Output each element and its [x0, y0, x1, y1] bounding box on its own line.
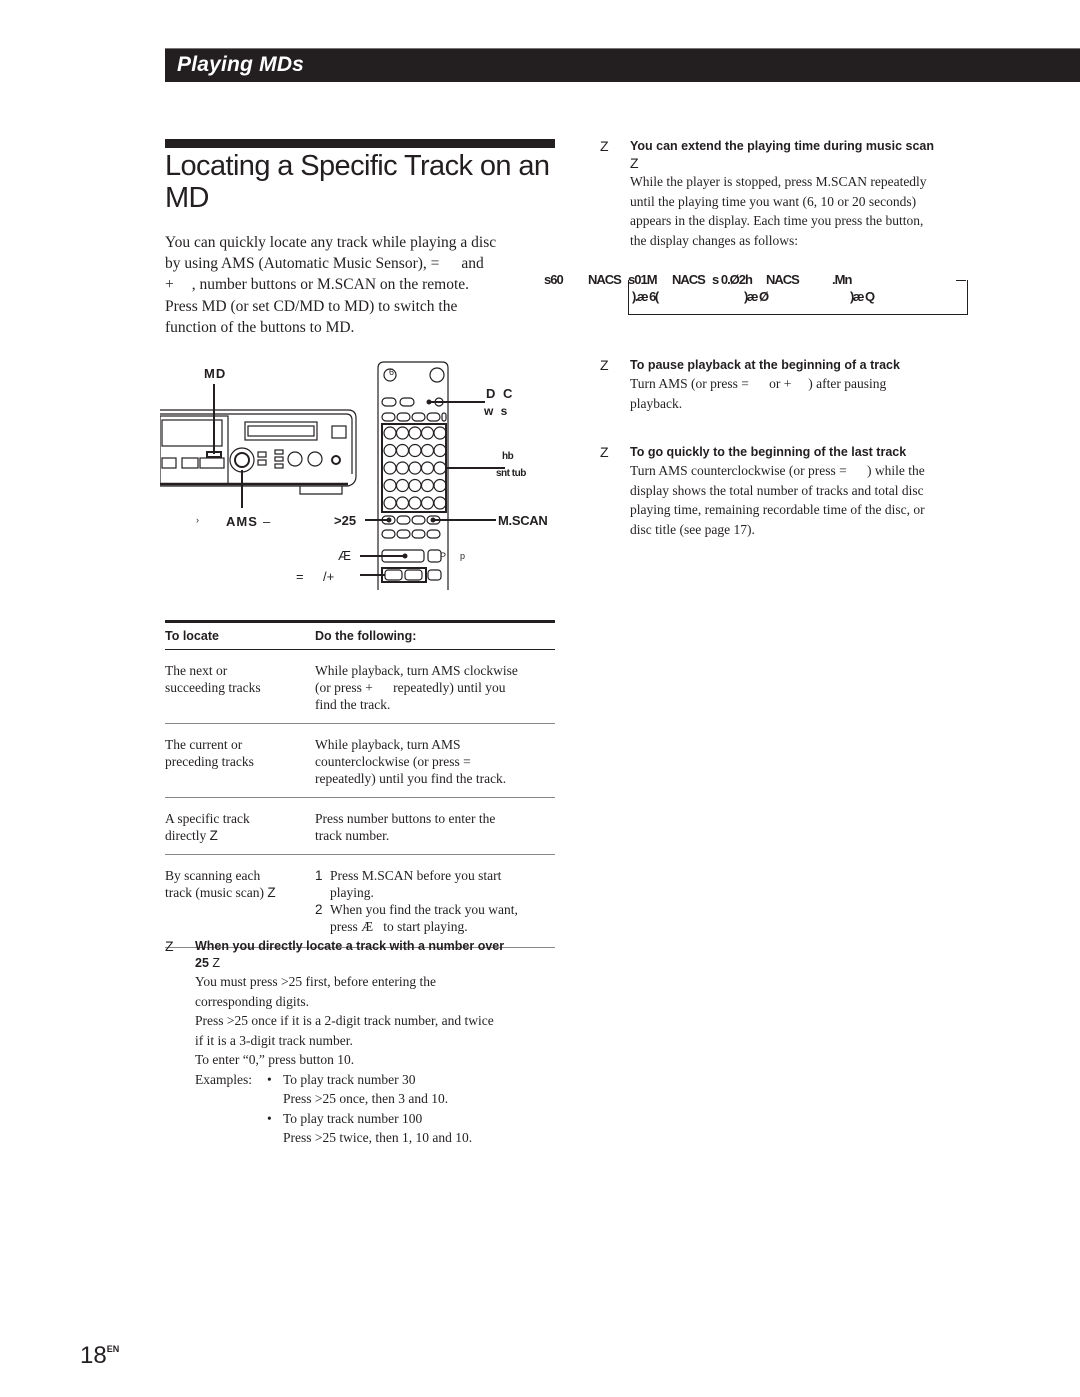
display-sequence: s60 NACS s01M NACS s 0.Ø2h NACS .Mn ).æ …	[544, 272, 974, 318]
step-1: 1 Press M.SCAN before you start playing.	[315, 868, 502, 900]
table-header-to-locate: To locate	[165, 629, 219, 643]
table-cell-action: While playback, turn AMS clockwise (or p…	[315, 663, 518, 712]
note-marker: Z	[267, 885, 276, 900]
remote-number-button	[408, 461, 422, 475]
table-cell-target: The next or succeeding tracks	[165, 663, 261, 695]
page-number: 18EN	[80, 1342, 120, 1369]
remote-number-button	[408, 443, 422, 458]
tip-heading: When you directly locate a track with a …	[195, 939, 505, 953]
remote-number-button	[395, 461, 410, 475]
tip-marker: Z	[600, 138, 609, 154]
remote-number-button	[420, 443, 435, 458]
table-row: By scanning each track (music scan) Z 1 …	[165, 855, 555, 948]
section-title: Playing MDs	[177, 53, 305, 76]
tip-body: While the player is stopped, press M.SCA…	[630, 174, 927, 248]
label-mscan: M.SCAN	[498, 513, 548, 528]
remote-number-button	[395, 443, 410, 458]
note-marker: Z	[212, 956, 221, 970]
note-marker: Z	[209, 828, 218, 843]
label-next: /+	[323, 569, 335, 584]
label-number-buttons-top: hb	[502, 451, 514, 462]
intro-line: function of the buttons to MD.	[165, 318, 355, 336]
intro-paragraph: You can quickly locate any track while p…	[165, 232, 545, 338]
tip-extend-scan-time: Z You can extend the playing time during…	[600, 138, 990, 250]
remote-number-button	[395, 478, 410, 493]
remote-number-button	[395, 496, 410, 510]
label-play: Æ	[338, 548, 351, 563]
language-suffix: EN	[106, 1344, 120, 1354]
intro-line: Press MD (or set CD/MD to MD) to switch …	[165, 297, 458, 315]
remote-number-button	[383, 496, 397, 510]
note-marker: Z	[630, 155, 639, 171]
md-deck-icon	[160, 409, 357, 495]
table-header-do-following: Do the following:	[315, 629, 417, 643]
remote-number-button	[383, 478, 397, 493]
label-ws: w s	[484, 404, 510, 418]
remote-number-button	[433, 496, 447, 510]
remote-number-button	[433, 461, 447, 475]
table-cell-target: The current or preceding tracks	[165, 737, 254, 769]
tip-body: Turn AMS (or press = or + ) after pausin…	[630, 376, 887, 411]
tip-pause-beginning: Z To pause playback at the beginning of …	[600, 357, 990, 413]
examples-list: Examples: • To play track number 30 Pres…	[195, 1070, 560, 1148]
tip-body: Turn AMS counterclockwise (or press = ) …	[630, 463, 925, 537]
table-header-row: To locate Do the following:	[165, 623, 555, 650]
example-item: • To play track number 100 Press >25 twi…	[267, 1110, 473, 1146]
section-header-band: Playing MDs	[165, 48, 1080, 82]
intro-line: +, number buttons or M.SCAN on the remot…	[165, 276, 470, 294]
remote-number-button	[408, 478, 422, 493]
step-2: 2 When you find the track you want, pres…	[315, 902, 518, 934]
remote-number-button	[420, 478, 435, 493]
intro-line: by using AMS (Automatic Music Sensor), =…	[165, 255, 484, 273]
tip-marker: Z	[600, 357, 609, 373]
tip-marker: Z	[165, 938, 174, 954]
intro-line: You can quickly locate any track while p…	[165, 234, 497, 251]
table-cell-action: 1 Press M.SCAN before you start playing.…	[315, 867, 555, 935]
remote-number-button	[395, 426, 410, 440]
label-md: MD	[204, 366, 227, 381]
table-row: The next or succeeding tracks While play…	[165, 650, 555, 724]
section-rule	[165, 139, 555, 148]
remote-number-button	[420, 426, 435, 440]
label-ams-prefix: ›	[196, 515, 199, 525]
table-cell-target: A specific track directly Z	[165, 811, 250, 843]
table-row: A specific track directly Z Press number…	[165, 798, 555, 855]
label-ams: AMS	[226, 514, 258, 529]
label-remote-p1: P	[440, 551, 447, 561]
remote-number-button	[383, 426, 397, 440]
tip-heading: To go quickly to the beginning of the la…	[630, 445, 907, 459]
label-dc: D C	[486, 386, 515, 401]
tip-body: You must press >25 first, before enterin…	[195, 972, 560, 1148]
remote-number-button	[433, 426, 447, 440]
label-remote-top-button: 6	[389, 367, 395, 377]
locate-table: To locate Do the following: The next or …	[165, 620, 555, 948]
tip-over-25: Z When you directly locate a track with …	[165, 938, 560, 1148]
remote-number-button	[408, 496, 422, 510]
remote-number-button	[408, 426, 422, 440]
page-title: Locating a Specific Track on an MD	[165, 150, 550, 214]
label-gt25: >25	[334, 513, 357, 528]
remote-number-button	[420, 461, 435, 475]
label-ams-suffix: –	[263, 514, 271, 529]
remote-number-button	[433, 478, 447, 493]
remote-number-button	[383, 461, 397, 475]
label-prev: =	[296, 569, 304, 584]
label-number-buttons-bottom: snt tub	[496, 468, 526, 479]
device-illustration: MD 6 D C w s hb snt tub › AMS – >25 M.SC…	[160, 358, 560, 598]
table-cell-target: By scanning each track (music scan) Z	[165, 868, 276, 900]
remote-number-button	[383, 443, 397, 458]
label-remote-p2: p	[460, 551, 466, 561]
tip-heading: To pause playback at the beginning of a …	[630, 358, 900, 372]
table-cell-action: While playback, turn AMS counterclockwis…	[315, 737, 507, 786]
tip-last-track: Z To go quickly to the beginning of the …	[600, 444, 990, 539]
table-cell-action: Press number buttons to enter the track …	[315, 811, 496, 843]
remote-number-button	[433, 443, 447, 458]
tip-marker: Z	[600, 444, 609, 460]
example-item: • To play track number 30 Press >25 once…	[267, 1071, 449, 1107]
table-row: The current or preceding tracks While pl…	[165, 724, 555, 798]
remote-number-button	[420, 496, 435, 510]
tip-heading: You can extend the playing time during m…	[630, 139, 934, 153]
